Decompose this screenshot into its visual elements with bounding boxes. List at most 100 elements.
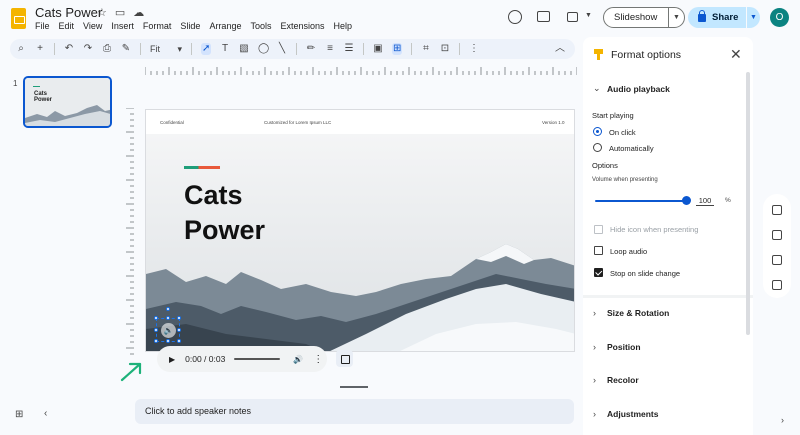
section-adjustments-label: Adjustments xyxy=(607,409,659,419)
audio-progress-track[interactable] xyxy=(234,358,281,360)
resize-handle[interactable] xyxy=(166,339,170,343)
volume-slider-handle[interactable] xyxy=(682,196,691,205)
resize-handle[interactable] xyxy=(177,339,181,343)
close-icon[interactable]: ✕ xyxy=(730,46,742,63)
notes-resize-handle[interactable] xyxy=(340,386,368,388)
version-history-icon[interactable] xyxy=(508,10,522,24)
chevron-right-icon: › xyxy=(593,308,596,318)
audio-more-icon[interactable]: ⋮ xyxy=(313,354,323,365)
zoom-select[interactable]: Fit ▾ xyxy=(150,44,182,55)
volume-slider-track[interactable] xyxy=(595,200,687,202)
meet-video-icon[interactable] xyxy=(567,12,578,22)
menu-extensions[interactable]: Extensions xyxy=(280,21,324,31)
horizontal-ruler[interactable] xyxy=(145,65,577,76)
menu-file[interactable]: File xyxy=(35,21,50,31)
slideshow-dropdown-icon[interactable]: ▼ xyxy=(669,14,684,21)
print-icon[interactable]: ⎙ xyxy=(102,44,112,54)
volume-input[interactable]: 100 xyxy=(696,196,714,206)
keep-notes-icon[interactable] xyxy=(772,205,782,215)
border-color-icon[interactable]: ✏ xyxy=(306,44,316,54)
new-slide-icon[interactable]: + xyxy=(35,44,45,54)
section-size-rotation[interactable]: › Size & Rotation xyxy=(593,308,669,318)
resize-handle[interactable] xyxy=(154,328,158,332)
cloud-status-icon[interactable]: ☁ xyxy=(133,6,144,19)
vertical-ruler[interactable] xyxy=(124,108,135,356)
section-position[interactable]: › Position xyxy=(593,342,641,352)
alt-text-icon[interactable]: ⊞ xyxy=(392,43,402,55)
menu-slide[interactable]: Slide xyxy=(180,21,200,31)
menu-insert[interactable]: Insert xyxy=(111,21,134,31)
audio-player[interactable]: ▶ 0:00 / 0:03 🔊 ⋮ xyxy=(157,346,327,372)
section-adjustments[interactable]: › Adjustments xyxy=(593,409,658,419)
insert-comment-icon[interactable]: ▣ xyxy=(373,44,383,54)
menu-tools[interactable]: Tools xyxy=(250,21,271,31)
resize-handle[interactable] xyxy=(166,316,170,320)
select-cursor-icon[interactable]: ➚ xyxy=(201,43,211,55)
checkbox-stop-on-slide-change[interactable] xyxy=(594,268,603,277)
title-accent-bar xyxy=(184,166,220,169)
volume-icon[interactable]: 🔊 xyxy=(293,355,303,364)
border-dash-icon[interactable]: ☰ xyxy=(344,44,354,54)
section-recolor[interactable]: › Recolor xyxy=(593,375,639,385)
resize-handle[interactable] xyxy=(177,328,181,332)
section-audio-playback[interactable]: ⌄ Audio playback xyxy=(593,83,670,94)
lock-icon xyxy=(698,9,706,22)
folder-icon[interactable] xyxy=(772,280,782,290)
share-dropdown-icon[interactable]: ▼ xyxy=(747,14,760,21)
slide-thumbnail[interactable]: Cats Power xyxy=(23,76,112,128)
radio-on-click[interactable] xyxy=(593,127,602,136)
share-button[interactable]: Share ▼ xyxy=(688,7,760,28)
image-insert-icon[interactable]: ▧ xyxy=(239,44,249,54)
speaker-icon[interactable]: 🔈 xyxy=(161,323,176,338)
play-icon[interactable]: ▶ xyxy=(169,355,175,364)
checkbox-hide-icon[interactable] xyxy=(594,225,603,234)
star-icon[interactable]: ☆ xyxy=(97,6,107,19)
menu-edit[interactable]: Edit xyxy=(59,21,75,31)
slides-logo-icon[interactable] xyxy=(11,8,26,29)
slide-title[interactable]: Cats Power xyxy=(184,178,265,248)
more-options-icon[interactable]: ⋮ xyxy=(469,44,479,54)
panel-scrollbar[interactable] xyxy=(746,72,750,335)
border-weight-icon[interactable]: ≡ xyxy=(325,44,335,54)
paint-format-icon[interactable]: ✎ xyxy=(121,44,131,54)
resize-handle[interactable] xyxy=(177,316,181,320)
redo-icon[interactable]: ↷ xyxy=(83,44,93,54)
line-icon[interactable]: ╲ xyxy=(277,44,287,54)
slide-canvas[interactable]: Confidential Customized for Lorem Ipsum … xyxy=(145,109,575,352)
resize-handle[interactable] xyxy=(154,316,158,320)
radio-automatically[interactable] xyxy=(593,143,602,152)
replace-image-icon[interactable]: ⊡ xyxy=(440,44,450,54)
document-title[interactable]: Cats Power xyxy=(35,5,102,20)
expand-side-panel-icon[interactable]: › xyxy=(781,415,784,425)
account-avatar[interactable]: O xyxy=(770,8,789,27)
shape-icon[interactable]: ◯ xyxy=(258,44,269,54)
rotate-handle[interactable] xyxy=(166,307,170,311)
collapse-filmstrip-icon[interactable]: ‹ xyxy=(44,408,47,419)
menu-view[interactable]: View xyxy=(83,21,102,31)
menu-arrange[interactable]: Arrange xyxy=(209,21,241,31)
audio-object-selection[interactable]: 🔈 xyxy=(154,307,181,343)
contacts-icon[interactable] xyxy=(772,255,782,265)
open-in-new-icon[interactable] xyxy=(336,350,353,367)
crop-icon[interactable]: ⌗ xyxy=(421,44,431,54)
radio-on-click-label[interactable]: On click xyxy=(609,128,636,137)
checkbox-loop-audio[interactable] xyxy=(594,246,603,255)
speaker-notes[interactable]: Click to add speaker notes xyxy=(135,399,574,424)
checkbox-loop-audio-label[interactable]: Loop audio xyxy=(610,247,647,256)
move-folder-icon[interactable]: ▭ xyxy=(115,6,125,19)
volume-unit: % xyxy=(725,197,731,204)
meet-dropdown-icon[interactable]: ▼ xyxy=(585,12,592,19)
comments-icon[interactable] xyxy=(537,11,550,22)
grid-view-icon[interactable]: ⊞ xyxy=(15,409,23,420)
tasks-icon[interactable] xyxy=(772,230,782,240)
undo-icon[interactable]: ↶ xyxy=(64,44,74,54)
resize-handle[interactable] xyxy=(154,339,158,343)
slideshow-button[interactable]: Slideshow ▼ xyxy=(603,7,685,28)
text-box-icon[interactable]: T xyxy=(220,44,230,54)
checkbox-stop-on-slide-change-label[interactable]: Stop on slide change xyxy=(610,269,680,278)
search-menus-icon[interactable]: ⌕ xyxy=(16,44,26,54)
collapse-toolbar-icon[interactable]: ︿ xyxy=(555,44,565,54)
menu-format[interactable]: Format xyxy=(143,21,172,31)
menu-help[interactable]: Help xyxy=(334,21,353,31)
radio-automatically-label[interactable]: Automatically xyxy=(609,144,654,153)
